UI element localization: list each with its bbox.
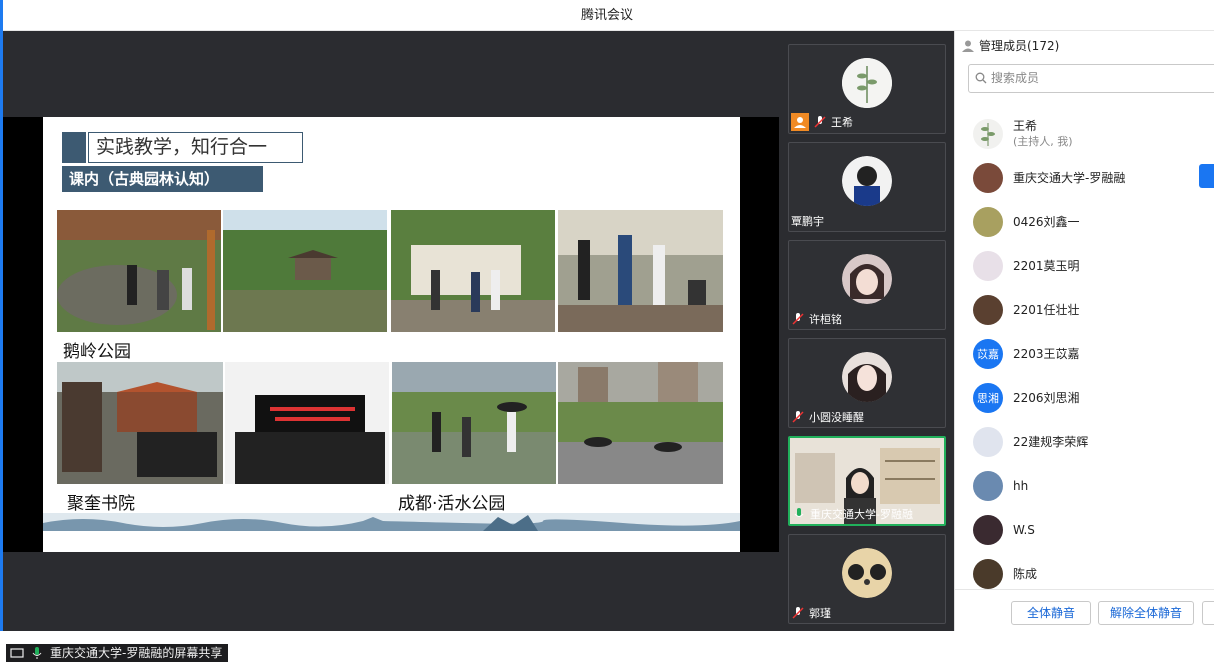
member-row[interactable]: 22建规李荣辉 (973, 425, 1213, 459)
slide-subtitle: 课内（古典园林认知） (62, 166, 263, 192)
caption-jukui: 聚奎书院 (67, 494, 135, 514)
member-name: 2203王苡嘉 (1013, 347, 1080, 361)
mic-active-icon (32, 647, 42, 659)
member-row[interactable]: 重庆交通大学-罗融融 (973, 161, 1213, 195)
member-name: 2201任壮壮 (1013, 303, 1080, 317)
participant-name: 重庆交通大学-罗融融 (792, 506, 913, 522)
search-icon (975, 72, 987, 84)
participant-avatar (842, 254, 892, 304)
share-owner-text: 重庆交通大学-罗融融的屏幕共享 (50, 646, 223, 660)
window-title: 腾讯会议 (580, 8, 633, 23)
member-name: 22建规李荣辉 (1013, 435, 1089, 449)
mic-muted-icon (792, 313, 804, 325)
window-title-bar: 腾讯会议 (0, 0, 1214, 31)
member-row[interactable]: W.S (973, 513, 1213, 547)
video-tile[interactable]: 小圆没睡醒 (788, 338, 946, 428)
members-panel-header: 管理成员(172) (961, 37, 1059, 54)
member-row[interactable]: 2201任壮壮 (973, 293, 1213, 327)
member-row[interactable]: 王希 (主持人, 我) (973, 117, 1213, 151)
member-avatar (973, 515, 1003, 545)
photo-eling-2 (223, 210, 387, 332)
members-panel-title: 管理成员(172) (979, 39, 1060, 53)
unmute-all-button[interactable]: 解除全体静音 (1098, 601, 1194, 625)
member-search-input[interactable]: 搜索成员 (968, 64, 1214, 93)
participant-name: 许桓铭 (791, 311, 842, 327)
participant-name: 王希 (791, 113, 853, 131)
decorative-wave-band (43, 513, 740, 531)
video-tile[interactable]: 覃鹏宇 (788, 142, 946, 232)
screen-share-icon (10, 648, 24, 658)
member-row[interactable]: 2201莫玉明 (973, 249, 1213, 283)
member-avatar (973, 207, 1003, 237)
video-tile[interactable]: 郭瑾 (788, 534, 946, 624)
members-panel: 管理成员(172) 搜索成员 王希 (主持人, 我) 重庆交通大学-罗融融 042… (954, 31, 1214, 631)
member-row[interactable]: hh (973, 469, 1213, 503)
mic-active-icon (794, 508, 804, 517)
participant-name: 覃鹏宇 (791, 215, 824, 228)
photo-eling-4 (558, 210, 723, 332)
member-action-button[interactable] (1199, 164, 1214, 188)
participant-avatar (842, 548, 892, 598)
title-accent-square (62, 132, 86, 163)
video-tile[interactable]: 王希 (788, 44, 946, 134)
member-avatar (973, 163, 1003, 193)
member-avatar (973, 119, 1003, 149)
participant-avatar (842, 58, 892, 108)
member-avatar: 苡嘉 (973, 339, 1003, 369)
mic-muted-icon (792, 607, 804, 619)
member-name: 王希 (主持人, 我) (1013, 119, 1073, 148)
member-row[interactable]: 0426刘鑫一 (973, 205, 1213, 239)
screen-share-view[interactable]: 实践教学，知行合一 课内（古典园林认知） 鹅岭公园 聚奎书院 成都·活水公园 重… (3, 31, 779, 662)
photo-eling-1 (57, 210, 221, 332)
member-avatar (973, 427, 1003, 457)
photo-jukui-1 (57, 362, 223, 484)
shared-slide: 实践教学，知行合一 课内（古典园林认知） 鹅岭公园 聚奎书院 成都·活水公园 (43, 117, 740, 552)
member-row[interactable]: 陈成 (973, 557, 1213, 591)
member-name: 0426刘鑫一 (1013, 215, 1080, 229)
member-name: 2206刘思湘 (1013, 391, 1080, 405)
member-name: 2201莫玉明 (1013, 259, 1080, 273)
member-avatar (973, 295, 1003, 325)
member-name: 陈成 (1013, 567, 1038, 581)
video-tile-active-speaker[interactable]: 重庆交通大学-罗融融 (788, 436, 946, 526)
mute-all-button[interactable]: 全体静音 (1011, 601, 1091, 625)
host-badge-icon (791, 113, 809, 131)
photo-eling-3 (391, 210, 555, 332)
photo-huoshui-1 (392, 362, 556, 484)
participant-name: 郭瑾 (791, 605, 831, 621)
video-tile[interactable]: 许桓铭 (788, 240, 946, 330)
member-name: 重庆交通大学-罗融融 (1013, 171, 1126, 185)
member-name: W.S (1013, 523, 1035, 537)
member-row[interactable]: 苡嘉 2203王苡嘉 (973, 337, 1213, 371)
member-avatar (973, 251, 1003, 281)
slide-title: 实践教学，知行合一 (88, 132, 303, 163)
user-icon (962, 40, 974, 52)
member-avatar (973, 559, 1003, 589)
photo-jukui-2 (225, 362, 389, 484)
member-name: hh (1013, 479, 1029, 493)
participant-avatar (842, 352, 892, 402)
members-panel-footer: 全体静音 解除全体静音 (955, 589, 1214, 631)
caption-eling: 鹅岭公园 (63, 342, 131, 362)
mic-muted-icon (792, 411, 804, 423)
member-avatar: 思湘 (973, 383, 1003, 413)
more-button[interactable] (1202, 601, 1214, 625)
participant-avatar (842, 156, 892, 206)
participant-name: 小圆没睡醒 (791, 409, 864, 425)
mic-muted-icon (814, 116, 826, 128)
member-avatar (973, 471, 1003, 501)
letterbox-left (3, 117, 43, 552)
caption-huoshui: 成都·活水公园 (398, 494, 506, 514)
member-row[interactable]: 思湘 2206刘思湘 (973, 381, 1213, 415)
letterbox-right (740, 117, 779, 552)
photo-huoshui-2 (558, 362, 723, 484)
video-gallery: 王希 覃鹏宇 许桓铭 小圆没睡醒 重庆交通大学-罗融融 郭瑾 (779, 31, 954, 631)
share-owner-label: 重庆交通大学-罗融融的屏幕共享 (6, 644, 229, 662)
